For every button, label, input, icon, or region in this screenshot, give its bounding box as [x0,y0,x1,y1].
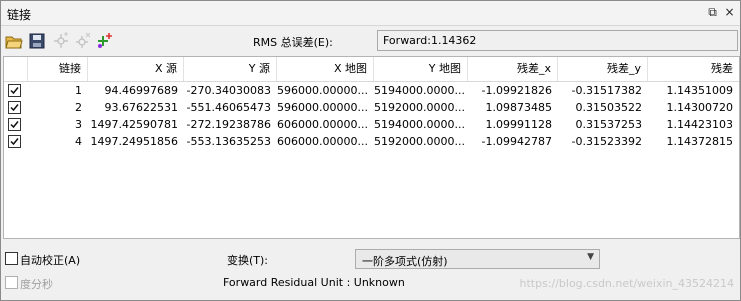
checkmark-icon [10,138,19,146]
cell-res-y: 0.31537253 [575,118,642,131]
header-x-source[interactable]: X 源 [88,57,184,81]
cell-y-map: 5194000.0000... [374,118,465,131]
cell-x-src: 94.46997689 [104,84,178,97]
cell-id: 3 [75,118,82,131]
cell-x-src: 93.67622531 [104,101,178,114]
header-residual-y[interactable]: 残差_y [558,57,648,81]
cell-res-x: 1.09873485 [485,101,552,114]
row-checkbox[interactable] [8,84,21,97]
header-y-map[interactable]: Y 地图 [374,57,468,81]
table-header: 链接 X 源 Y 源 X 地图 Y 地图 残差_x 残差_y 残差 [4,57,739,82]
cell-res: 1.14300720 [666,101,733,114]
table-row[interactable]: 4 1497.24951856 -553.13635253 606000.00000.… [4,133,739,150]
header-link[interactable]: 链接 [28,57,88,81]
header-residual[interactable]: 残差 [648,57,739,81]
window-title: 链接 [7,8,32,22]
cell-res: 1.14423103 [666,118,733,131]
links-table: 链接 X 源 Y 源 X 地图 Y 地图 残差_x 残差_y 残差 1 94.46… [3,56,740,239]
toolbar: RMS 总误差(E): Forward:1.14362 [1,27,740,55]
cell-x-src: 1497.24951856 [90,135,178,148]
row-checkbox[interactable] [8,135,21,148]
transform-selected-value: 一阶多项式(仿射) [362,255,448,268]
row-checkbox[interactable] [8,101,21,114]
cell-res-y: -0.31523392 [571,135,642,148]
cell-x-src: 1497.42590781 [90,118,178,131]
rms-value-text: Forward:1.14362 [383,34,477,47]
transform-dropdown[interactable]: 一阶多项式(仿射) ▼ [355,249,600,269]
auto-adjust-label: 自动校正(A) [20,254,81,267]
close-button[interactable]: × [723,6,736,19]
cell-res: 1.14372815 [666,135,733,148]
cell-res-y: -0.31517382 [571,84,642,97]
transform-label: 变换(T): [227,254,269,267]
delete-link-icon[interactable] [74,32,92,50]
links-window: 链接 ⧉ × RMS 总误差(E): Forward:1.14362 链接 X … [0,0,741,301]
bottom-panel: 自动校正(A) 变换(T): 一阶多项式(仿射) ▼ 度分秒 Forward R… [1,241,740,300]
checkmark-icon [10,121,19,129]
cell-y-map: 5194000.0000... [374,84,465,97]
cell-res-x: 1.09991128 [485,118,552,131]
watermark-text: https://blog.csdn.net/weixin_43524214 [519,277,734,290]
table-row[interactable]: 3 1497.42590781 -272.19238786 606000.00000.… [4,116,739,133]
cell-res: 1.14351009 [666,84,733,97]
add-link-icon[interactable] [52,32,70,50]
cell-x-map: 596000.00000... [277,101,368,114]
rms-total-error-label: RMS 总误差(E): [253,36,333,49]
cell-res-x: -1.09942787 [481,135,552,148]
cell-y-map: 5192000.0000... [374,135,465,148]
cell-y-src: -270.34030083 [186,84,271,97]
save-icon[interactable] [28,32,46,50]
dms-checkbox[interactable] [5,276,18,289]
title-bar: 链接 ⧉ × [1,1,740,26]
header-residual-x[interactable]: 残差_x [468,57,558,81]
rms-value-field: Forward:1.14362 [377,30,738,51]
cell-id: 1 [75,84,82,97]
cell-x-map: 606000.00000... [277,118,368,131]
add-point-icon[interactable] [96,32,114,50]
header-y-source[interactable]: Y 源 [184,57,277,81]
open-folder-icon[interactable] [5,32,23,50]
header-checkbox-column[interactable] [4,57,28,81]
cell-res-x: -1.09921826 [481,84,552,97]
cell-id: 2 [75,101,82,114]
cell-y-src: -553.13635253 [186,135,271,148]
cell-x-map: 596000.00000... [277,84,368,97]
cell-res-y: 0.31503522 [575,101,642,114]
cell-id: 4 [75,135,82,148]
auto-adjust-checkbox[interactable] [5,252,18,265]
residual-unit-text: Forward Residual Unit : Unknown [223,276,405,289]
cell-y-src: -551.46065473 [186,101,271,114]
row-checkbox[interactable] [8,118,21,131]
header-x-map[interactable]: X 地图 [277,57,374,81]
table-row[interactable]: 1 94.46997689 -270.34030083 596000.00000...… [4,82,739,99]
restore-button[interactable]: ⧉ [706,6,719,19]
cell-y-src: -272.19238786 [186,118,271,131]
cell-x-map: 606000.00000... [277,135,368,148]
table-row[interactable]: 2 93.67622531 -551.46065473 596000.00000...… [4,99,739,116]
dms-label: 度分秒 [20,278,53,291]
checkmark-icon [10,87,19,95]
cell-y-map: 5192000.0000... [374,101,465,114]
checkmark-icon [10,104,19,112]
chevron-down-icon: ▼ [587,252,594,262]
